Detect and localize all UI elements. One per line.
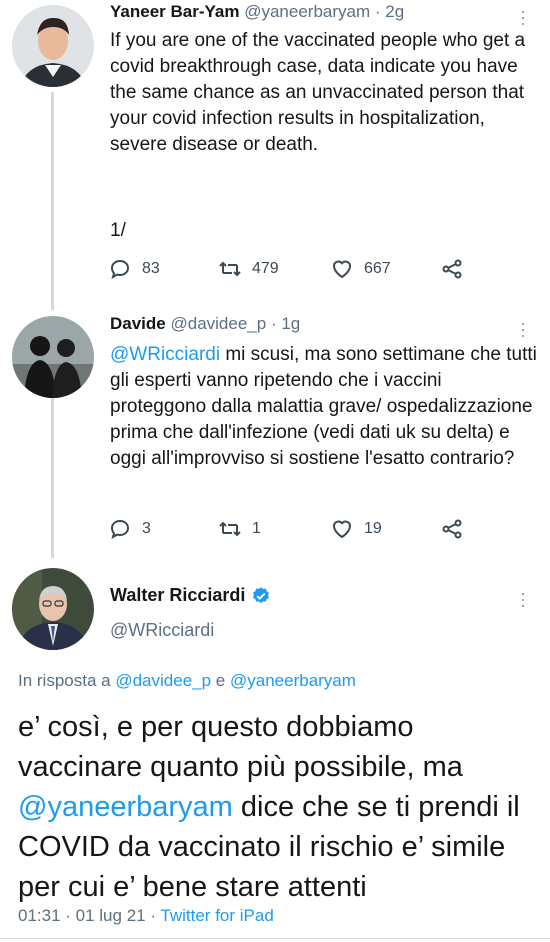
share-icon [442, 259, 462, 279]
verified-badge-icon [253, 586, 270, 603]
heart-icon [332, 520, 352, 539]
reply-button[interactable]: 3 [108, 517, 151, 541]
main-tweet-text: e’ così, e per questo dobbiamo vaccinare… [18, 707, 538, 907]
author-handle[interactable]: @davidee_p [170, 314, 266, 333]
reply-mention-1[interactable]: @davidee_p [115, 671, 211, 690]
tweet-timestamp[interactable]: 01:31 · 01 lug 21 · [18, 906, 156, 925]
tweet-davide[interactable]: Davide @davidee_p · 1g · · · @WRicciardi m… [0, 310, 550, 560]
share-button[interactable] [440, 257, 464, 281]
share-icon [442, 519, 462, 539]
retweet-count: 479 [252, 260, 279, 277]
tweet-actions: 3 1 19 [108, 517, 468, 545]
tweet-time[interactable]: · 1g [271, 314, 300, 333]
share-button[interactable] [440, 517, 464, 541]
reply-count: 3 [142, 520, 151, 537]
tweet-header: Davide @davidee_p · 1g [110, 314, 300, 334]
main-author-name[interactable]: Walter Ricciardi [110, 585, 245, 606]
author-name[interactable]: Davide [110, 314, 166, 333]
more-dots-icon[interactable]: · · · [520, 2, 526, 32]
tweet-source[interactable]: Twitter for iPad [160, 906, 273, 925]
tweet-actions: 83 479 667 [108, 257, 468, 285]
main-author-handle[interactable]: @WRicciardi [110, 620, 214, 641]
reply-count: 83 [142, 260, 160, 277]
reply-mention-2[interactable]: @yaneerbaryam [230, 671, 356, 690]
tweet-text: @WRicciardi mi scusi, ma sono settimane … [110, 342, 540, 472]
tweet-time[interactable]: · 2g [375, 2, 404, 21]
tweet-meta: 01:31 · 01 lug 21 · Twitter for iPad [18, 906, 274, 926]
mention-link[interactable]: @WRicciardi [110, 344, 220, 365]
reply-prefix: In risposta a [18, 671, 111, 690]
reply-context: In risposta a @davidee_p e @yaneerbaryam [18, 671, 356, 691]
like-count: 667 [364, 260, 391, 277]
thread-marker: 1/ [110, 220, 126, 241]
author-name[interactable]: Yaneer Bar-Yam [110, 2, 239, 21]
more-dots-icon[interactable]: · · · [520, 584, 526, 614]
divider [0, 938, 550, 939]
tweet-header: Yaneer Bar-Yam @yaneerbaryam · 2g [110, 2, 404, 22]
retweet-icon [219, 521, 241, 537]
heart-icon [332, 260, 352, 279]
avatar-davide[interactable] [12, 316, 94, 398]
reply-icon [110, 259, 130, 280]
like-count: 19 [364, 520, 382, 537]
retweet-count: 1 [252, 520, 261, 537]
more-dots-icon[interactable]: · · · [520, 314, 526, 344]
tweet-yaneer[interactable]: Yaneer Bar-Yam @yaneerbaryam · 2g · · · If… [0, 0, 550, 300]
like-button[interactable]: 19 [330, 517, 382, 541]
retweet-button[interactable]: 1 [218, 517, 261, 541]
avatar-yaneer[interactable] [12, 5, 94, 87]
author-handle[interactable]: @yaneerbaryam [244, 2, 370, 21]
retweet-icon [219, 261, 241, 277]
main-text-part1: e’ così, e per questo dobbiamo vaccinare… [18, 711, 463, 783]
main-text-mention[interactable]: @yaneerbaryam [18, 791, 233, 823]
avatar-ricciardi[interactable] [12, 568, 94, 650]
reply-icon [110, 519, 130, 540]
retweet-button[interactable]: 479 [218, 257, 279, 281]
main-author-row: Walter Ricciardi [110, 585, 271, 606]
like-button[interactable]: 667 [330, 257, 391, 281]
tweet-text: If you are one of the vaccinated people … [110, 30, 526, 155]
reply-and: e [215, 671, 226, 690]
reply-button[interactable]: 83 [108, 257, 160, 281]
